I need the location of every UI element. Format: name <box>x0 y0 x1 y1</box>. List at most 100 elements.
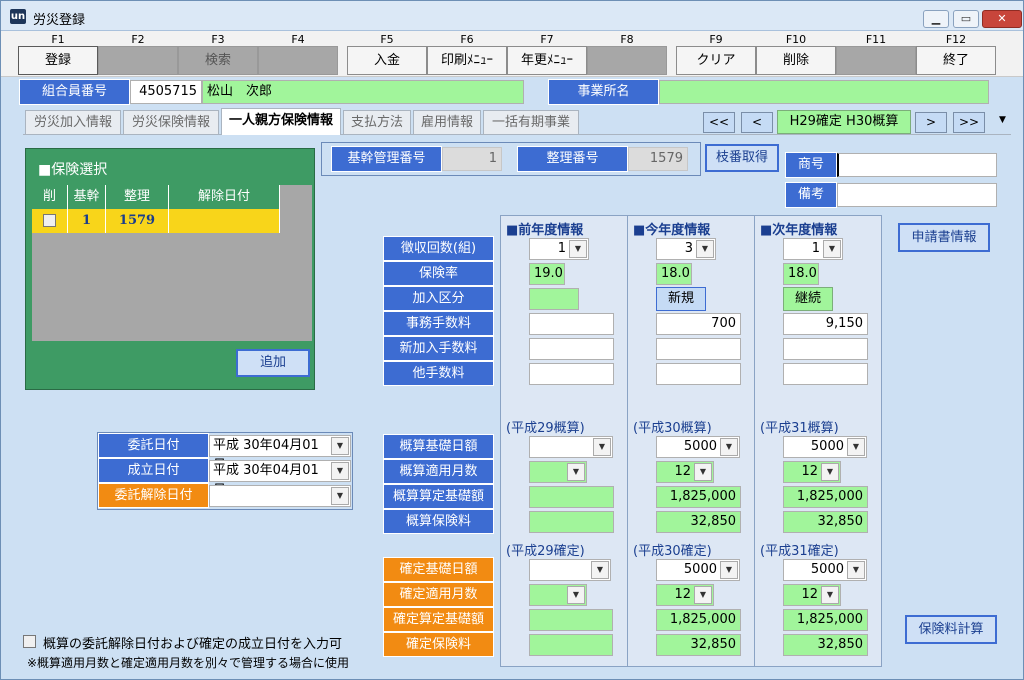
tab-ikkatsu-yuki[interactable]: 一括有期事業 <box>483 110 579 135</box>
next-kakutei-months-select[interactable]: 12 ▼ <box>783 584 841 606</box>
next-gaisan-daily-select[interactable]: 5000 ▼ <box>783 436 867 458</box>
clear-button[interactable]: クリア <box>676 46 756 75</box>
prev-kakutei-months-select[interactable]: ▼ <box>529 584 587 606</box>
next-gaisan-months-select[interactable]: 12 ▼ <box>783 461 841 483</box>
insurance-selection-title: ■保険選択 <box>38 162 108 178</box>
table-row-seiri[interactable]: 1579 <box>106 209 169 233</box>
chevron-down-icon[interactable]: ▼ <box>720 438 738 456</box>
tab-payment-method[interactable]: 支払方法 <box>343 110 411 135</box>
maximize-icon[interactable]: ▭ <box>953 10 979 28</box>
table-row-kikan[interactable]: 1 <box>68 209 106 233</box>
prev-kakutei-daily-select[interactable]: ▼ <box>529 559 611 581</box>
next-choshu-select[interactable]: 1 ▼ <box>783 238 843 260</box>
next-jimu-fee-input[interactable]: 9,150 <box>783 313 868 335</box>
application-info-button[interactable]: 申請書情報 <box>898 223 990 252</box>
this-new-join-fee-input[interactable] <box>656 338 741 360</box>
tab-overflow-icon[interactable]: ▼ <box>999 115 1006 125</box>
last-period-button[interactable]: >> <box>953 112 985 133</box>
fkey-f11: F11 <box>836 31 916 77</box>
register-button[interactable]: 登録 <box>18 46 98 75</box>
member-number-input[interactable]: 4505715 <box>130 80 202 104</box>
f11-button[interactable] <box>836 46 916 75</box>
prev-kakutei-premium-field <box>529 634 613 656</box>
calculate-premium-button[interactable]: 保険料計算 <box>905 615 997 644</box>
f4-button[interactable] <box>258 46 338 75</box>
table-row-cancel-date[interactable] <box>169 209 280 233</box>
tab-hitorioyakata[interactable]: 一人親方保険情報 <box>221 108 341 135</box>
seiritsu-date-select[interactable]: 平成 30年04月01日▼ <box>209 460 351 498</box>
row-delete-checkbox[interactable] <box>43 214 56 227</box>
minimize-icon[interactable]: ▁ <box>923 10 949 28</box>
chevron-down-icon[interactable]: ▼ <box>593 438 611 456</box>
add-button[interactable]: 追加 <box>236 349 310 377</box>
print-menu-button[interactable]: 印刷ﾒﾆｭｰ <box>427 46 507 75</box>
chevron-down-icon[interactable]: ▼ <box>847 561 865 579</box>
fkey-label: F1 <box>51 33 65 46</box>
delete-button[interactable]: 削除 <box>756 46 836 75</box>
f2-button[interactable] <box>98 46 178 75</box>
this-kubun-button[interactable]: 新規 <box>656 287 706 311</box>
this-choshu-select[interactable]: 3 ▼ <box>656 238 716 260</box>
payment-button[interactable]: 入金 <box>347 46 427 75</box>
col-header-delete: 削 <box>32 185 68 209</box>
next-other-fee-input[interactable] <box>783 363 868 385</box>
first-period-button[interactable]: << <box>703 112 735 133</box>
allow-input-checkbox[interactable] <box>23 635 36 648</box>
prev-other-fee-input[interactable] <box>529 363 614 385</box>
renewal-menu-button[interactable]: 年更ﾒﾆｭｰ <box>507 46 587 75</box>
next-kakutei-daily-select[interactable]: 5000 ▼ <box>783 559 867 581</box>
chevron-down-icon[interactable]: ▼ <box>694 463 712 481</box>
next-gaisan-months-value: 12 <box>801 464 818 479</box>
search-button[interactable]: 検索 <box>178 46 258 75</box>
get-branch-number-button[interactable]: 枝番取得 <box>705 144 779 172</box>
tab-rousai-kanyu[interactable]: 労災加入情報 <box>25 110 121 135</box>
chevron-down-icon[interactable]: ▼ <box>821 463 839 481</box>
prev-gaisan-daily-select[interactable]: ▼ <box>529 436 613 458</box>
chevron-down-icon[interactable]: ▼ <box>591 561 609 579</box>
exit-button[interactable]: 終了 <box>916 46 996 75</box>
chevron-down-icon[interactable]: ▼ <box>331 437 349 455</box>
itaku-cancel-date-select[interactable]: ▼ <box>209 485 351 507</box>
prev-choshu-value: 1 <box>557 241 566 256</box>
this-gaisan-months-select[interactable]: 12 ▼ <box>656 461 714 483</box>
this-kakutei-base-field: 1,825,000 <box>656 609 741 631</box>
gaisan-months-label: 概算適用月数 <box>383 459 494 484</box>
chevron-down-icon[interactable]: ▼ <box>847 438 865 456</box>
chevron-down-icon[interactable]: ▼ <box>331 462 349 480</box>
this-other-fee-input[interactable] <box>656 363 741 385</box>
kanyu-kubun-label: 加入区分 <box>383 286 494 311</box>
fkey-label: F6 <box>460 33 474 46</box>
next-new-join-fee-input[interactable] <box>783 338 868 360</box>
shogo-input[interactable] <box>837 153 997 177</box>
chevron-down-icon[interactable]: ▼ <box>331 487 349 505</box>
chevron-down-icon[interactable]: ▼ <box>821 586 839 604</box>
this-jimu-fee-input[interactable]: 700 <box>656 313 741 335</box>
next-kubun-button[interactable]: 継続 <box>783 287 833 311</box>
this-kakutei-months-select[interactable]: 12 ▼ <box>656 584 714 606</box>
close-icon[interactable]: ✕ <box>982 10 1022 28</box>
itaku-date-label: 委託日付 <box>98 433 209 458</box>
other-fee-label: 他手数料 <box>383 361 494 386</box>
chevron-down-icon[interactable]: ▼ <box>720 561 738 579</box>
prev-period-button[interactable]: < <box>741 112 773 133</box>
chevron-down-icon[interactable]: ▼ <box>696 240 714 258</box>
next-period-button[interactable]: > <box>915 112 947 133</box>
chevron-down-icon[interactable]: ▼ <box>694 586 712 604</box>
fkey-f2: F2 <box>98 31 178 77</box>
itaku-date-select[interactable]: 平成 30年04月01日▼ <box>209 435 351 473</box>
chevron-down-icon[interactable]: ▼ <box>823 240 841 258</box>
tab-rousai-hoken[interactable]: 労災保険情報 <box>123 110 219 135</box>
prev-choshu-select[interactable]: 1 ▼ <box>529 238 589 260</box>
f8-button[interactable] <box>587 46 667 75</box>
prev-gaisan-months-select[interactable]: ▼ <box>529 461 587 483</box>
prev-jimu-fee-input[interactable] <box>529 313 614 335</box>
prev-new-join-fee-input[interactable] <box>529 338 614 360</box>
chevron-down-icon[interactable]: ▼ <box>567 586 585 604</box>
this-gaisan-daily-select[interactable]: 5000 ▼ <box>656 436 740 458</box>
this-kakutei-daily-select[interactable]: 5000 ▼ <box>656 559 740 581</box>
prev-kubun-field <box>529 288 579 310</box>
tab-employment[interactable]: 雇用情報 <box>413 110 481 135</box>
chevron-down-icon[interactable]: ▼ <box>569 240 587 258</box>
biko-input[interactable] <box>837 183 997 207</box>
chevron-down-icon[interactable]: ▼ <box>567 463 585 481</box>
